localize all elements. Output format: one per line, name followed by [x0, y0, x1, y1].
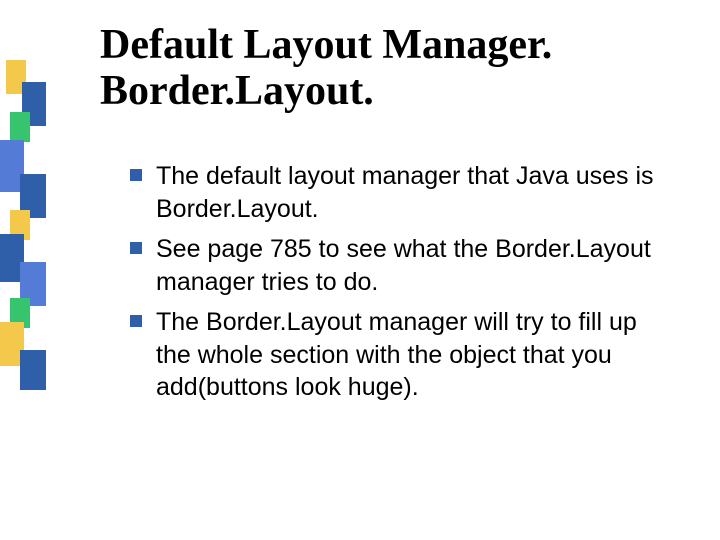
bullet-text: See page 785 to see what the Border.Layo… — [156, 233, 670, 298]
list-item: The default layout manager that Java use… — [130, 160, 670, 225]
square-bullet-icon — [130, 315, 142, 327]
list-item: See page 785 to see what the Border.Layo… — [130, 233, 670, 298]
square-bullet-icon — [130, 242, 142, 254]
list-item: The Border.Layout manager will try to fi… — [130, 306, 670, 404]
decorative-block — [10, 112, 30, 142]
bullet-text: The Border.Layout manager will try to fi… — [156, 306, 670, 404]
bullet-text: The default layout manager that Java use… — [156, 160, 670, 225]
decorative-block — [20, 350, 46, 390]
square-bullet-icon — [130, 169, 142, 181]
bullet-list: The default layout manager that Java use… — [130, 160, 670, 412]
decorative-sidebar — [0, 0, 48, 540]
slide: Default Layout Manager. Border.Layout. T… — [0, 0, 720, 540]
slide-title: Default Layout Manager. Border.Layout. — [100, 22, 660, 114]
